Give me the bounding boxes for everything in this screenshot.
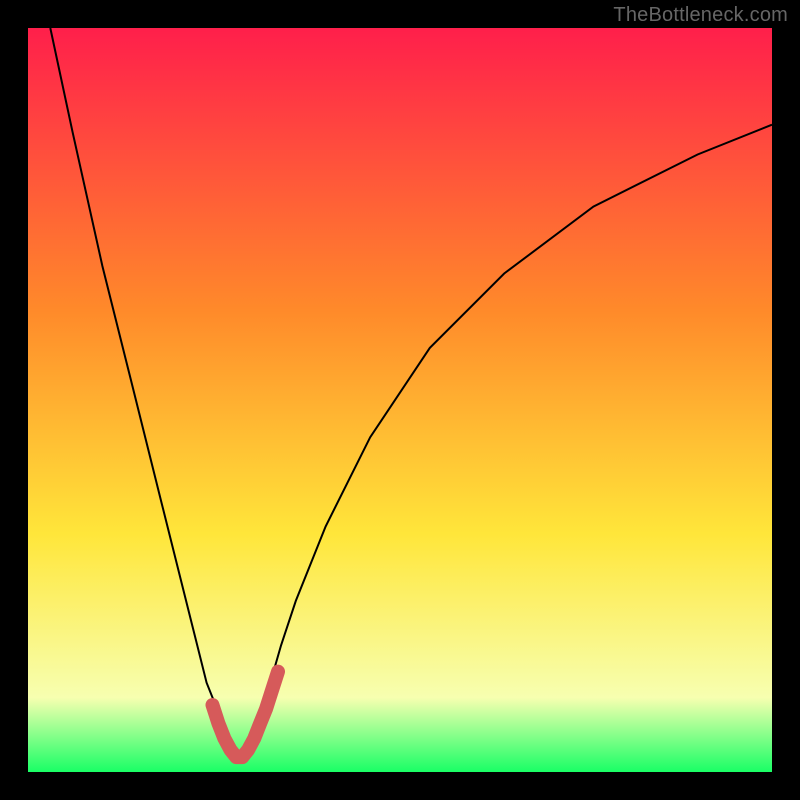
watermark-text: TheBottleneck.com <box>613 4 788 27</box>
bottleneck-chart <box>0 0 800 800</box>
chart-container: { "watermark": "TheBottleneck.com", "cha… <box>0 0 800 800</box>
plot-background <box>28 28 772 772</box>
